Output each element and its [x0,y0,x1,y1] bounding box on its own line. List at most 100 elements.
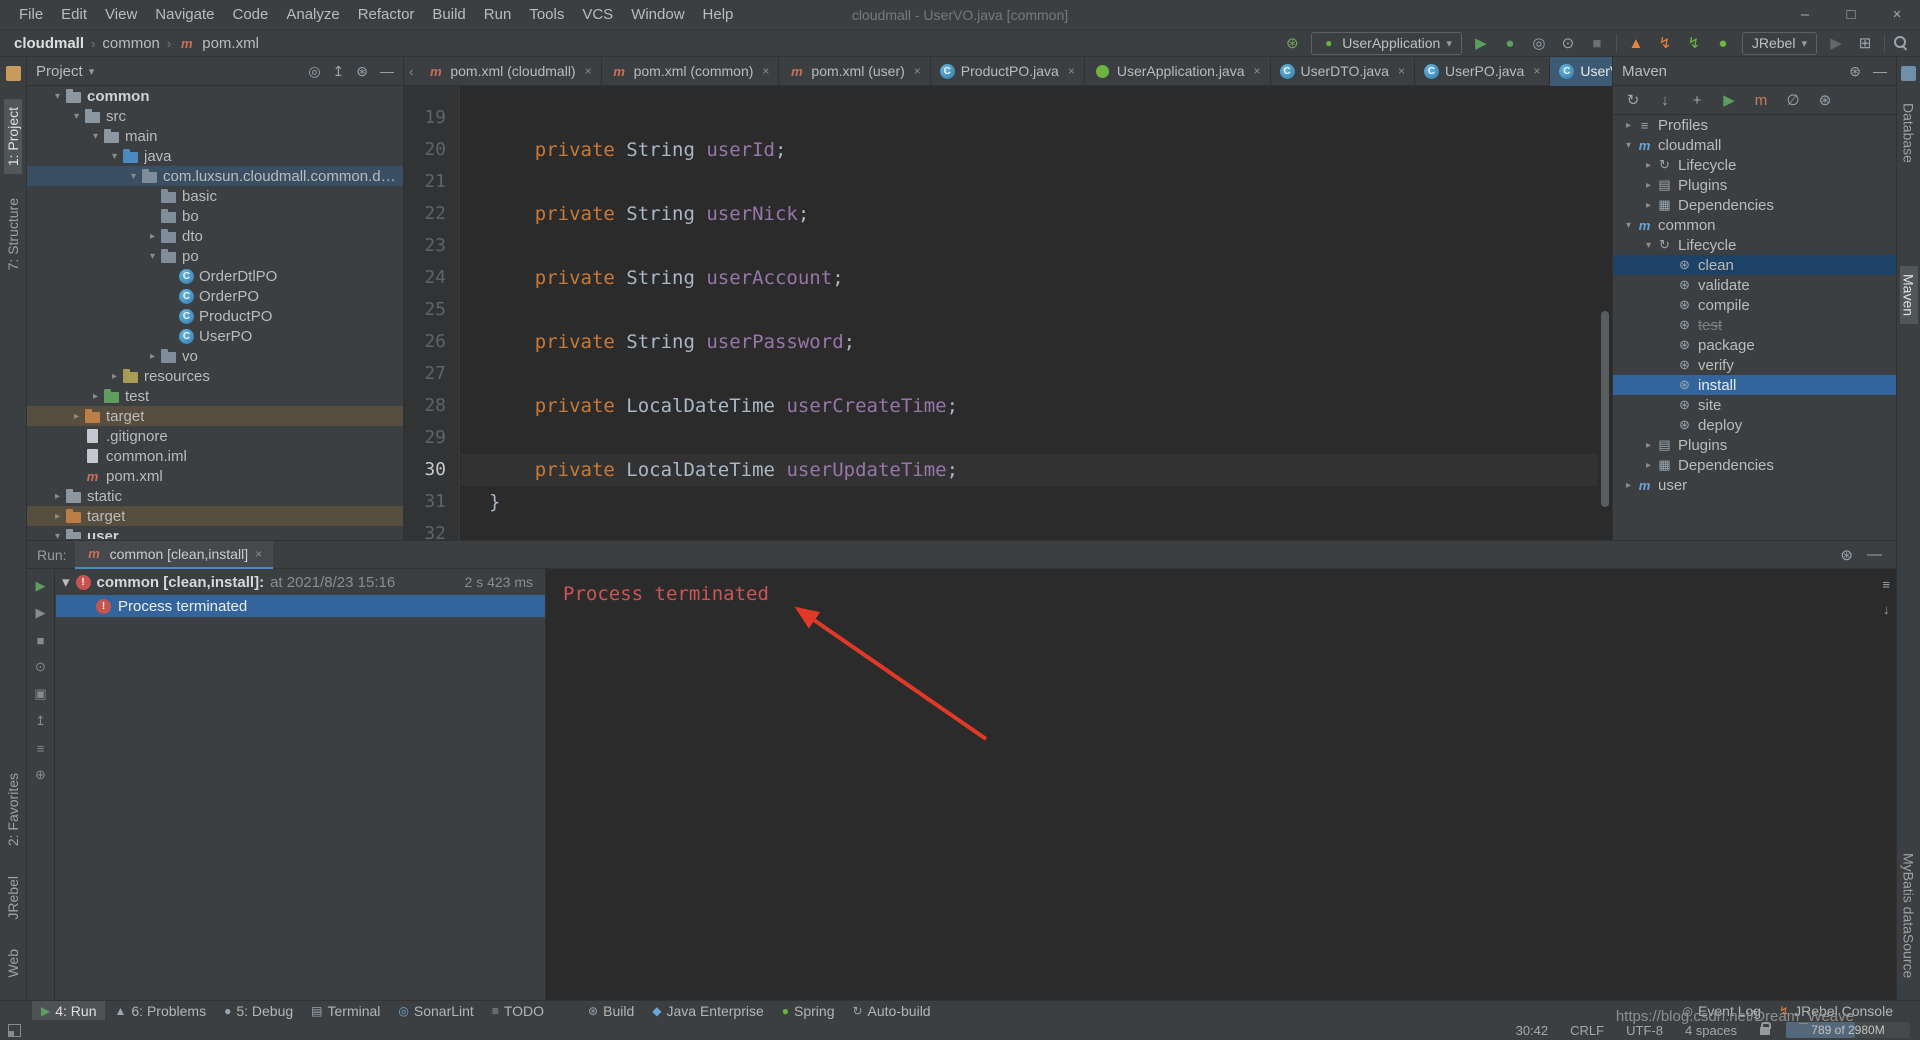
stripe-item-mybatis-datasource[interactable]: MyBatis dataSource [1900,845,1918,986]
menu-tools[interactable]: Tools [520,3,573,26]
chevron-down-icon[interactable]: ▾ [1621,140,1636,151]
menu-code[interactable]: Code [223,3,277,26]
chevron-right-icon[interactable]: ▸ [88,391,103,402]
code-line[interactable] [489,358,1598,390]
project-tree-item-orderdtlpo[interactable]: C OrderDtlPO [27,266,403,286]
chevron-right-icon[interactable]: ▸ [145,231,160,242]
maven-tree-item-profiles[interactable]: ▸ ≡ Profiles [1613,115,1896,135]
code-line[interactable]: private String userNick; [489,198,1598,230]
project-tree-item-vo[interactable]: ▸ vo [27,346,403,366]
rerun-icon[interactable]: ▶ [32,577,50,595]
editor-tab-uservo-java[interactable]: CUserVO.java× [1550,57,1612,86]
editor-tab-userdto-java[interactable]: C UserDTO.java × [1271,57,1415,86]
project-tree-item-orderpo[interactable]: C OrderPO [27,286,403,306]
project-tree-item-target[interactable]: ▸ target [27,506,403,526]
code-line[interactable] [489,518,1598,540]
stripe-item-web[interactable]: Web [4,941,22,986]
settings-icon[interactable]: ⊛ [1840,546,1853,564]
pin-icon[interactable]: ⊕ [32,766,50,784]
breadcrumb-item-pom-xml[interactable]: pom.xml [202,35,259,52]
maven-tree-item-install[interactable]: ⊛ install [1613,375,1896,395]
tool-window-switcher-icon[interactable] [8,1023,21,1037]
run-maven-goal-icon[interactable]: ▶ [1719,90,1739,110]
rerun-failed-icon[interactable]: ▶ [32,604,50,622]
run-tab[interactable]: m common [clean,install] × [74,540,274,569]
chevron-right-icon[interactable]: ▸ [69,411,84,422]
breadcrumb-item-cloudmall[interactable]: cloudmall [14,35,84,52]
project-tree-item-src[interactable]: ▾ src [27,106,403,126]
chevron-right-icon[interactable]: ▸ [107,371,122,382]
code-line[interactable]: private String userAccount; [489,262,1598,294]
code-line[interactable] [489,294,1598,326]
project-tree-item-main[interactable]: ▾ main [27,126,403,146]
run-tree-root[interactable]: ▾ ! common [clean,install]: at 2021/8/23… [56,569,545,595]
chevron-right-icon[interactable]: ▸ [1621,480,1636,491]
debug-button[interactable]: ● [1500,33,1520,53]
code-line[interactable]: private LocalDateTime userCreateTime; [489,390,1598,422]
close-icon[interactable]: × [762,64,769,78]
build-project-icon[interactable]: ⊛ [1282,33,1302,53]
tool-button-java-enterprise[interactable]: ◆ Java Enterprise [643,1001,773,1021]
coverage-button[interactable]: ◎ [1529,33,1549,53]
close-icon[interactable]: × [1398,64,1405,78]
chevron-right-icon[interactable]: ▸ [145,351,160,362]
line-ending-indicator[interactable]: CRLF [1559,1023,1615,1038]
code-line[interactable]: private LocalDateTime userUpdateTime; [489,454,1598,486]
run-button[interactable]: ▶ [1471,33,1491,53]
jrebel-lightning-icon[interactable]: ↯ [1655,33,1675,53]
stripe-item-database[interactable]: Database [1900,95,1918,171]
project-tree-item-common[interactable]: ▾ common [27,86,403,106]
close-icon[interactable]: × [914,64,921,78]
project-tree-item-productpo[interactable]: C ProductPO [27,306,403,326]
maximize-button[interactable]: □ [1828,0,1874,29]
minimize-button[interactable]: – [1782,0,1828,29]
chevron-right-icon[interactable]: ▸ [1641,160,1656,171]
stripe-item-7-structure[interactable]: 7: Structure [4,190,22,278]
maven-settings-icon[interactable]: ⊛ [1815,90,1835,110]
menu-help[interactable]: Help [694,3,743,26]
spring-reload-icon[interactable]: ↯ [1684,33,1704,53]
maven-tree-item-common[interactable]: ▾ m common [1613,215,1896,235]
maven-tree-item-dependencies[interactable]: ▸ ▦ Dependencies [1613,455,1896,475]
maven-tree-item-cloudmall[interactable]: ▾ m cloudmall [1613,135,1896,155]
code-line[interactable] [489,166,1598,198]
project-tree-item-test[interactable]: ▸ test [27,386,403,406]
collapse-all-icon[interactable]: ↥ [333,63,345,80]
chevron-right-icon[interactable]: ▸ [1621,120,1636,131]
hide-panel-icon[interactable]: — [1867,546,1882,564]
project-tree-item-common-iml[interactable]: common.iml [27,446,403,466]
stripe-item-maven[interactable]: Maven [1899,265,1918,324]
code-line[interactable]: private String userPassword; [489,326,1598,358]
chevron-down-icon[interactable]: ▾ [1641,240,1656,251]
project-tree-item-target[interactable]: ▸ target [27,406,403,426]
menu-run[interactable]: Run [475,3,521,26]
editor-tab-userapplication-java[interactable]: UserApplication.java × [1085,57,1271,86]
maven-tree-item-clean[interactable]: ⊛ clean [1613,255,1896,275]
maven-tree-item-dependencies[interactable]: ▸ ▦ Dependencies [1613,195,1896,215]
chevron-right-icon[interactable]: ▸ [1641,440,1656,451]
chevron-down-icon[interactable]: ▾ [50,531,65,540]
project-tree-item-po[interactable]: ▾ po [27,246,403,266]
chevron-right-icon[interactable]: ▸ [50,511,65,522]
project-tree-item-userpo[interactable]: C UserPO [27,326,403,346]
code-line[interactable]: } [489,486,1598,518]
menu-refactor[interactable]: Refactor [349,3,424,26]
close-icon[interactable]: × [1254,64,1261,78]
project-tree-item-bo[interactable]: bo [27,206,403,226]
menu-view[interactable]: View [96,3,146,26]
chevron-down-icon[interactable]: ▾ [107,151,122,162]
menu-build[interactable]: Build [423,3,474,26]
chevron-right-icon[interactable]: ▸ [50,491,65,502]
close-icon[interactable]: × [255,547,262,561]
run-tree-item-process-terminated[interactable]: ! Process terminated [56,595,545,617]
add-maven-project-icon[interactable]: + [1687,90,1707,110]
filter-icon[interactable]: ⊙ [32,658,50,676]
stop-icon[interactable]: ■ [32,631,50,649]
editor-tab-pom-xml-common[interactable]: m pom.xml (common) × [602,57,780,86]
bookmark-icon[interactable] [5,66,21,81]
rerun-disabled-icon[interactable]: ▶ [1826,33,1846,53]
settings-icon[interactable]: ⊛ [356,63,368,80]
maven-tree-item-test[interactable]: ⊛ test [1613,315,1896,335]
close-icon[interactable]: × [1068,64,1075,78]
scroll-tabs-left-icon[interactable]: ‹ [404,64,418,79]
